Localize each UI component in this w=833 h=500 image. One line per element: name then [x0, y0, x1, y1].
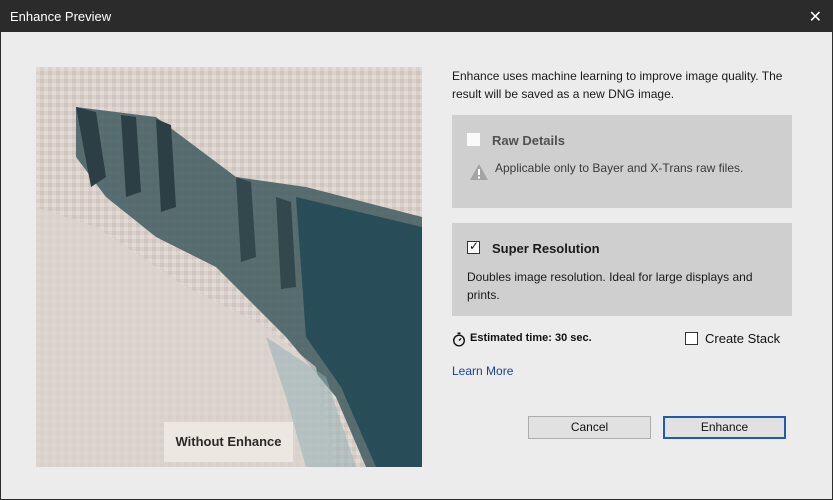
warning-icon [470, 164, 488, 180]
super-resolution-description: Doubles image resolution. Ideal for larg… [467, 270, 753, 302]
raw-details-note: Applicable only to Bayer and X-Trans raw… [495, 161, 744, 175]
window-title: Enhance Preview [10, 9, 112, 24]
raw-details-label: Raw Details [492, 133, 565, 148]
super-resolution-checkbox[interactable]: ✓ [467, 239, 480, 254]
create-stack-label[interactable]: Create Stack [705, 331, 780, 346]
raw-details-checkbox[interactable] [467, 133, 480, 146]
title-bar: Enhance Preview ✕ [1, 1, 832, 32]
enhance-button[interactable]: Enhance [663, 416, 786, 439]
checkmark-icon: ✓ [469, 239, 480, 253]
cancel-button[interactable]: Cancel [528, 416, 651, 439]
stopwatch-icon [452, 332, 466, 347]
preview-overlay-label: Without Enhance [164, 422, 293, 462]
enhance-preview-dialog: Enhance Preview ✕ Without Enhance Enhanc… [0, 0, 833, 500]
super-resolution-label: Super Resolution [492, 241, 600, 256]
estimated-time: Estimated time: 30 sec. [470, 332, 592, 344]
learn-more-link[interactable]: Learn More [452, 364, 513, 378]
preview-image[interactable]: Without Enhance [36, 67, 422, 467]
preview-photo [36, 67, 422, 467]
raw-details-panel: Raw Details Applicable only to Bayer and… [452, 115, 792, 208]
close-icon[interactable]: ✕ [809, 7, 822, 27]
super-resolution-panel: ✓ Super Resolution Doubles image resolut… [452, 223, 792, 316]
create-stack-checkbox[interactable] [685, 332, 698, 345]
description-text: Enhance uses machine learning to improve… [452, 69, 783, 101]
